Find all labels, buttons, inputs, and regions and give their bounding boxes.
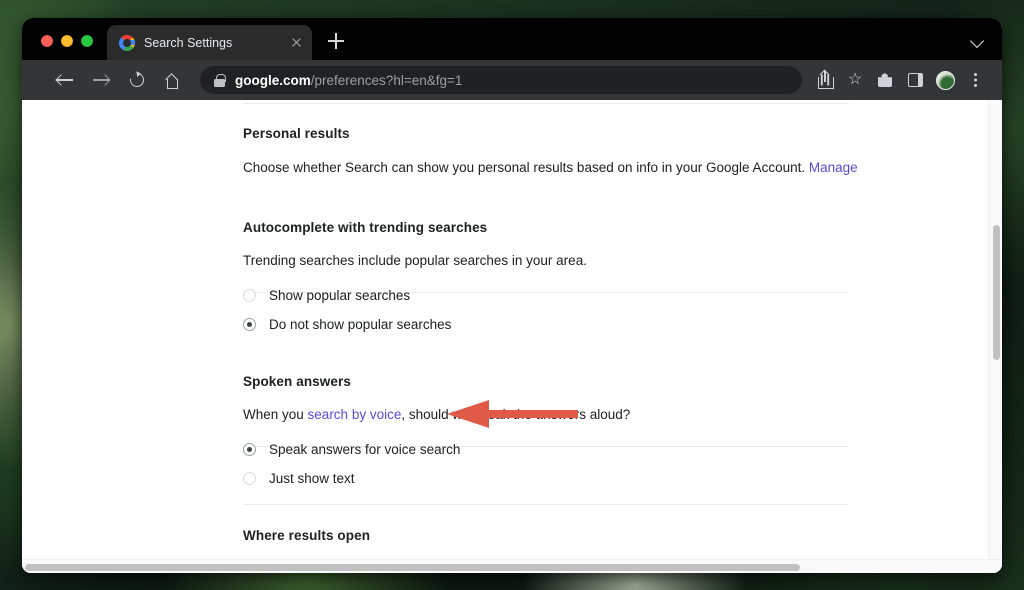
url-path: /preferences?hl=en&fg=1	[310, 72, 463, 88]
section-where-results-open: Where results open	[243, 528, 370, 543]
extensions-button[interactable]	[870, 65, 900, 95]
tab-search-button[interactable]	[968, 31, 988, 51]
home-button[interactable]	[158, 65, 188, 95]
reload-icon	[127, 70, 147, 90]
radio-label: Show popular searches	[269, 288, 411, 304]
radio-button[interactable]	[243, 472, 256, 486]
browser-tab[interactable]: Search Settings	[107, 25, 312, 60]
new-tab-button[interactable]	[326, 31, 346, 51]
radio-option-speak-answers[interactable]: Speak answers for voice search	[243, 439, 630, 461]
description-prefix: When you	[243, 407, 308, 422]
radio-option-show-popular-searches[interactable]: Show popular searches	[243, 285, 587, 307]
profile-button[interactable]	[930, 65, 960, 95]
back-button[interactable]	[50, 65, 80, 95]
radio-button[interactable]	[243, 289, 256, 303]
section-description: Choose whether Search can show you perso…	[243, 158, 858, 178]
minimize-window-button[interactable]	[61, 35, 73, 47]
desktop-wallpaper: Search Settings google.com/preferences?h…	[0, 0, 1024, 590]
search-settings-page: Personal results Choose whether Search c…	[22, 100, 1002, 573]
share-button[interactable]	[810, 65, 840, 95]
bookmark-button[interactable]: ☆	[840, 65, 870, 95]
manage-link[interactable]: Manage	[809, 160, 858, 175]
home-icon	[166, 74, 180, 89]
section-title: Personal results	[243, 126, 350, 141]
page-viewport: Personal results Choose whether Search c…	[22, 100, 1002, 573]
section-description: Trending searches include popular search…	[243, 253, 587, 268]
vertical-scrollbar-thumb[interactable]	[992, 225, 1000, 360]
section-spoken-answers: Spoken answers When you search by voice,…	[243, 374, 630, 490]
section-title: Autocomplete with trending searches	[243, 220, 488, 235]
google-g-icon	[119, 34, 135, 51]
lock-icon[interactable]	[214, 74, 226, 87]
search-by-voice-link[interactable]: search by voice	[308, 407, 402, 422]
radio-label: Speak answers for voice search	[269, 442, 461, 458]
three-dot-menu-icon	[974, 73, 977, 76]
address-bar[interactable]: google.com/preferences?hl=en&fg=1	[200, 66, 802, 94]
browser-toolbar: google.com/preferences?hl=en&fg=1 ☆	[22, 60, 1002, 100]
reload-button[interactable]	[122, 65, 152, 95]
forward-button[interactable]	[86, 65, 116, 95]
side-panel-button[interactable]	[900, 65, 930, 95]
radio-option-just-show-text[interactable]: Just show text	[243, 468, 630, 490]
avatar-icon	[936, 71, 955, 90]
tab-title: Search Settings	[144, 35, 233, 50]
divider	[243, 504, 849, 505]
radio-option-do-not-show-popular-searches[interactable]: Do not show popular searches	[243, 314, 587, 336]
browser-menu-button[interactable]	[960, 65, 990, 95]
section-description: When you search by voice, should we spea…	[243, 405, 630, 425]
radio-label: Just show text	[269, 471, 355, 487]
tab-strip: Search Settings	[22, 18, 1002, 60]
window-traffic-lights	[22, 35, 93, 60]
vertical-scrollbar[interactable]	[988, 100, 1002, 573]
horizontal-scrollbar[interactable]	[22, 559, 1002, 573]
radio-button[interactable]	[243, 443, 256, 457]
address-bar-url: google.com/preferences?hl=en&fg=1	[235, 73, 462, 88]
side-panel-icon	[908, 73, 923, 87]
section-personal-results: Personal results Choose whether Search c…	[243, 126, 858, 178]
description-suffix: , should we speak the answers aloud?	[401, 407, 631, 422]
close-icon[interactable]	[288, 35, 304, 51]
horizontal-scrollbar-thumb[interactable]	[25, 563, 800, 571]
section-title: Where results open	[243, 528, 371, 543]
section-title: Spoken answers	[243, 374, 351, 389]
divider	[243, 103, 849, 104]
star-icon: ☆	[847, 71, 863, 88]
close-window-button[interactable]	[41, 35, 53, 47]
chevron-down-icon	[969, 33, 985, 49]
radio-button[interactable]	[243, 318, 256, 332]
browser-window: Search Settings google.com/preferences?h…	[22, 18, 1002, 573]
zoom-window-button[interactable]	[81, 35, 93, 47]
radio-label: Do not show popular searches	[269, 317, 452, 333]
puzzle-icon	[878, 73, 892, 87]
section-description-text: Choose whether Search can show you perso…	[243, 160, 806, 175]
url-host: google.com	[235, 72, 311, 88]
section-autocomplete-trending: Autocomplete with trending searches Tren…	[243, 220, 587, 336]
